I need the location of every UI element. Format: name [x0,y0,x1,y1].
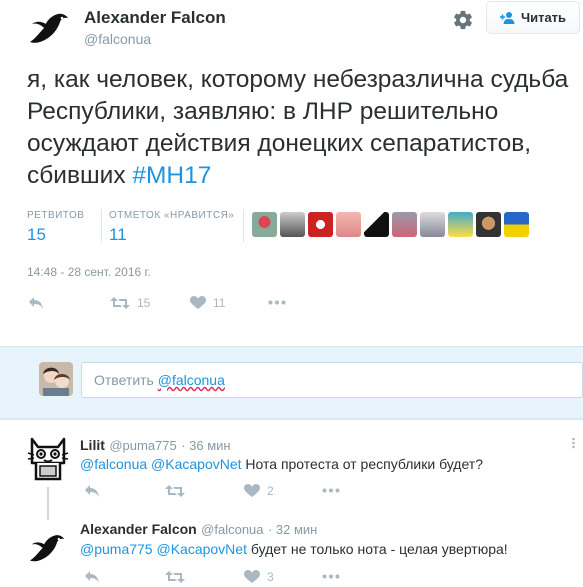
more-icon [322,488,340,493]
stats-divider [101,209,102,243]
author-name[interactable]: Alexander Falcon [84,8,226,28]
heart-icon [190,296,206,309]
reply-button[interactable] [84,484,100,498]
retweet-button[interactable] [165,570,185,584]
like-count: 3 [267,570,274,584]
divider [0,419,583,420]
liker-avatar[interactable] [392,212,417,237]
more-icon [268,300,286,305]
reply-header: Alexander Falcon @falconua · 32 мин [80,521,317,539]
retweet-icon [165,485,185,497]
reply-button[interactable] [84,570,100,584]
follow-button[interactable]: Читать [486,1,580,34]
hashtag-link[interactable]: #МН17 [132,162,211,189]
retweet-button[interactable] [165,484,185,498]
likers-avatars [252,212,529,237]
liker-avatar[interactable] [336,212,361,237]
follow-person-icon [499,11,515,24]
heart-icon [244,484,260,497]
mention-link[interactable]: @KacapovNet [151,456,241,472]
like-count: 2 [267,484,274,498]
reply-input-prefix: Ответить [94,372,158,388]
reply-author-name[interactable]: Lilit [80,437,105,453]
tweet-text: я, как человек, которому небезразлична с… [27,64,572,192]
retweets-count: 15 [27,225,46,244]
mention-link[interactable]: @falconua [80,456,147,472]
thread-line [47,487,49,520]
reply-body: Нота протеста от республики будет? [241,456,483,472]
follow-label: Читать [520,10,567,25]
liker-avatar[interactable] [448,212,473,237]
liker-avatar[interactable] [364,212,389,237]
mention-link[interactable]: @KacapovNet [156,541,246,557]
author-avatar[interactable] [28,8,72,48]
stats-divider [243,209,244,243]
tweet-timestamp[interactable]: 14:48 - 28 сент. 2016 г. [27,265,151,279]
reply-text: @puma775 @KacapovNet будет не только нот… [80,541,508,557]
reply-time[interactable]: · 32 мин [268,522,317,537]
tweet-body: я, как человек, которому небезразлична с… [27,66,569,189]
liker-avatar[interactable] [308,212,333,237]
retweet-icon [165,571,185,583]
reply-body: будет не только нота - целая увертюра! [246,541,508,557]
reply-icon [85,571,99,583]
more-icon [322,574,340,579]
likes-stat[interactable]: ОТМЕТОК «НРАВИТСЯ» 11 [109,210,234,245]
reply-button[interactable] [28,296,44,310]
chevron-down-icon[interactable] [572,436,575,449]
gear-icon[interactable] [452,9,474,31]
reply-author-name[interactable]: Alexander Falcon [80,521,197,537]
liker-avatar[interactable] [420,212,445,237]
liker-avatar[interactable] [280,212,305,237]
like-button[interactable]: 11 [190,296,225,310]
heart-icon [244,570,260,583]
more-button[interactable] [322,574,340,579]
cat-avatar [27,437,69,481]
liker-avatar[interactable] [476,212,501,237]
liker-avatar[interactable] [504,212,529,237]
likes-count: 11 [109,225,127,244]
reply-icon [85,485,99,497]
retweets-stat[interactable]: РЕТВИТОВ 15 [27,210,84,245]
more-button[interactable] [268,300,286,305]
author-handle[interactable]: @falconua [84,31,151,47]
retweet-button[interactable]: 15 [110,296,150,310]
retweet-count: 15 [137,296,151,310]
like-button[interactable]: 3 [244,570,274,584]
like-count: 11 [213,296,226,310]
retweets-label: РЕТВИТОВ [27,210,85,221]
reply-input-mention: @falconua [157,372,225,388]
mention-link[interactable]: @puma775 [80,541,153,557]
more-button[interactable] [322,488,340,493]
reply-input[interactable]: Ответить @falconua [81,362,583,398]
reply-author-handle[interactable]: @falconua [201,522,263,537]
liker-avatar[interactable] [252,212,277,237]
reply-avatar-cat[interactable] [26,433,70,485]
like-button[interactable]: 2 [244,484,274,498]
reply-avatar-falcon[interactable] [26,530,70,566]
current-user-avatar[interactable] [39,362,73,396]
likes-label: ОТМЕТОК «НРАВИТСЯ» [109,210,235,221]
reply-header: Lilit @puma775 · 36 мин [80,437,231,455]
reply-text: @falconua @KacapovNet Нота протеста от р… [80,456,483,472]
reply-author-handle[interactable]: @puma775 [109,438,176,453]
reply-time[interactable]: · 36 мин [181,438,230,453]
reply-icon [29,297,43,309]
retweet-icon [110,297,130,309]
